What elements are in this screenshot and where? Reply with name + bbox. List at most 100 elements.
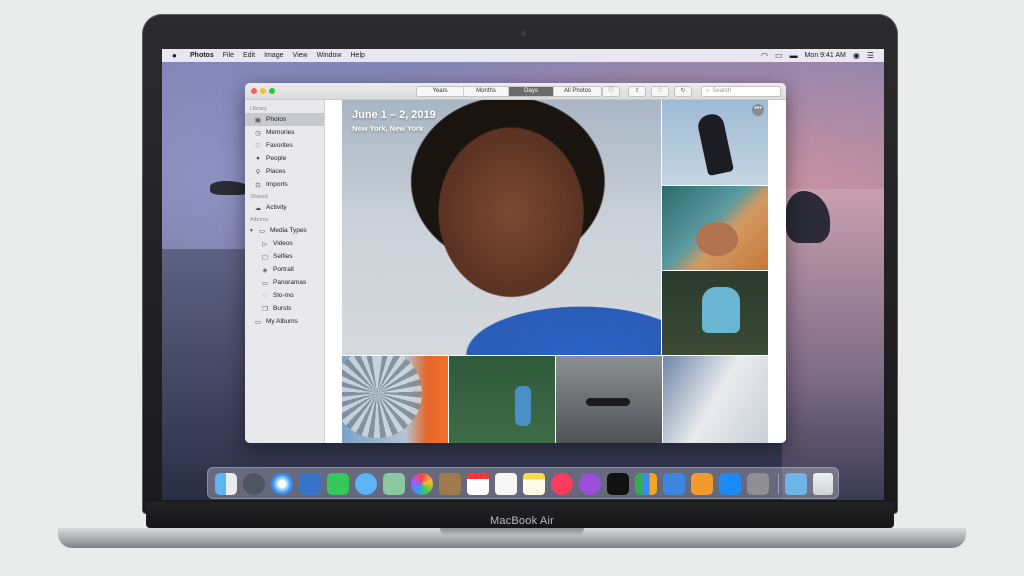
facetime-icon[interactable] [327,473,349,495]
sidebar-item-activity[interactable]: ☁ Activity [245,201,324,214]
sidebar-item-label: Selfies [273,253,293,260]
favorite-button[interactable]: ♡ [651,86,669,97]
notification-center-icon[interactable]: ☰ [867,51,874,60]
sidebar-item-media-types[interactable]: ▼ ▭ Media Types [245,224,324,237]
laptop-opening-notch [440,528,584,535]
sidebar-item-label: Favorites [266,142,293,149]
messages-icon[interactable] [355,473,377,495]
sidebar-item-label: Memories [266,129,295,136]
window-toolbar: Years Months Days All Photos ⓘ ⇪ ♡ ↻ ⌕ S… [245,83,786,100]
photo-thumbnail[interactable] [342,356,448,443]
photos-app-icon[interactable] [411,473,433,495]
disclosure-triangle-icon[interactable]: ▼ [249,228,254,234]
photo-thumbnail[interactable]: ••• [662,100,768,185]
keynote-icon[interactable] [663,473,685,495]
sidebar-item-photos[interactable]: ▣ Photos [245,113,324,126]
sidebar-item-videos[interactable]: ▷ Videos [245,237,324,250]
battery-icon[interactable]: ▬ [790,51,798,60]
sidebar-item-bursts[interactable]: ❐ Bursts [245,302,324,315]
sidebar-header-albums: Albums [250,217,269,223]
photo-thumbnail[interactable] [556,356,662,443]
tab-days[interactable]: Days [509,87,554,96]
contacts-icon[interactable] [439,473,461,495]
heart-icon: ♡ [657,88,663,94]
photo-booth-icon[interactable] [299,473,321,495]
finder-icon[interactable] [215,473,237,495]
menu-app-name[interactable]: Photos [190,52,214,59]
rotate-icon: ↻ [680,88,686,94]
tab-years[interactable]: Years [417,87,464,96]
rotate-button[interactable]: ↻ [674,86,692,97]
sidebar-item-label: Bursts [273,305,292,312]
dock [207,467,839,499]
menu-window[interactable]: Window [317,52,342,59]
hero-photo-portrait[interactable]: June 1 – 2, 2019 New York, New York [342,100,661,355]
notes-icon[interactable] [523,473,545,495]
apple-menu-icon[interactable]: ● [172,51,182,60]
trash-icon[interactable] [813,473,833,495]
app-store-icon[interactable] [719,473,741,495]
safari-icon[interactable] [271,473,293,495]
sidebar-item-imports[interactable]: ⊡ Imports [245,178,324,191]
sidebar-item-favorites[interactable]: ♡ Favorites [245,139,324,152]
tab-months[interactable]: Months [464,87,509,96]
menu-view[interactable]: View [293,52,308,59]
person-icon: ● [256,155,260,162]
sidebar-item-label: Places [266,168,286,175]
dock-divider [778,474,779,494]
podcasts-icon[interactable] [579,473,601,495]
search-field[interactable]: ⌕ Search [701,86,781,97]
import-icon: ⊡ [255,181,261,189]
sidebar-header-shared: Shared [250,194,268,200]
calendar-icon[interactable] [467,473,489,495]
desktop-screen: ● Photos File Edit Image View Window Hel… [162,49,884,500]
photo-thumbnail[interactable] [449,356,555,443]
sidebar-item-label: Imports [266,181,288,188]
reminders-icon[interactable] [495,473,517,495]
sidebar-item-selfies[interactable]: ▢ Selfies [245,250,324,263]
pin-icon: ⚲ [255,168,261,176]
numbers-icon[interactable] [635,473,657,495]
heart-icon: ♡ [255,142,261,150]
tab-all-photos[interactable]: All Photos [554,87,601,96]
wifi-icon[interactable]: ◠ [761,51,768,60]
status-area: ◠ ▭ ▬ Mon 9:41 AM ◉ ☰ [761,51,874,60]
view-segmented-control: Years Months Days All Photos [416,86,602,97]
siri-icon[interactable]: ◉ [853,51,860,60]
sidebar-item-panoramas[interactable]: ▭ Panoramas [245,276,324,289]
sidebar-item-slo-mo[interactable]: ◌ Slo-mo [245,289,324,302]
folder-icon: ▭ [254,318,262,326]
menu-clock[interactable]: Mon 9:41 AM [805,52,846,59]
sidebar-item-memories[interactable]: ◷ Memories [245,126,324,139]
photo-thumbnail[interactable] [663,356,768,443]
menu-help[interactable]: Help [351,52,365,59]
sidebar-item-my-albums[interactable]: ▭ My Albums [245,315,324,328]
pages-icon[interactable] [691,473,713,495]
zoom-window-icon[interactable] [269,88,275,94]
laptop-model-label: MacBook Air [490,515,554,527]
photo-thumbnail[interactable] [662,186,768,270]
portrait-icon: ◈ [262,266,268,274]
photo-subject-face [696,222,738,256]
sidebar-item-portrait[interactable]: ◈ Portrait [245,263,324,276]
menu-bar: ● Photos File Edit Image View Window Hel… [162,49,884,62]
sidebar-item-label: Media Types [269,227,307,234]
photo-thumbnail[interactable] [662,271,768,355]
maps-icon[interactable] [383,473,405,495]
minimize-window-icon[interactable] [260,88,266,94]
launchpad-icon[interactable] [243,473,265,495]
downloads-folder-icon[interactable] [785,473,807,495]
share-button[interactable]: ⇪ [628,86,646,97]
sidebar-item-people[interactable]: ● People [245,152,324,165]
info-button[interactable]: ⓘ [602,86,620,97]
tv-icon[interactable] [607,473,629,495]
more-options-button[interactable]: ••• [752,104,764,116]
menu-edit[interactable]: Edit [243,52,255,59]
sidebar-item-places[interactable]: ⚲ Places [245,165,324,178]
system-preferences-icon[interactable] [747,473,769,495]
menu-image[interactable]: Image [264,52,283,59]
music-icon[interactable] [551,473,573,495]
close-window-icon[interactable] [251,88,257,94]
airplay-icon[interactable]: ▭ [775,51,783,60]
menu-file[interactable]: File [223,52,234,59]
